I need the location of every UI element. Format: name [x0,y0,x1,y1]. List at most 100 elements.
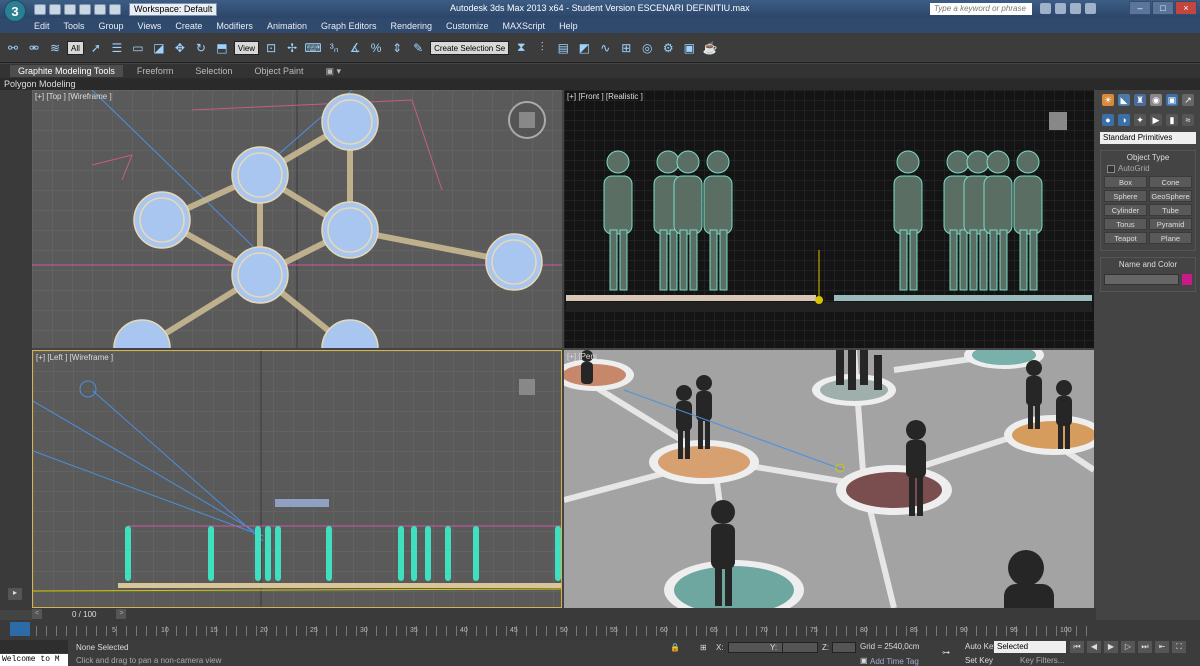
time-prev-icon[interactable]: < [32,609,42,619]
reference-coordinate-dropdown[interactable]: View [233,40,260,55]
scale-icon[interactable]: ⬒ [213,39,231,57]
next-frame-icon[interactable]: ▷ [1121,641,1135,653]
close-button[interactable]: × [1175,1,1197,15]
go-to-end-icon[interactable]: ⏭ [1138,641,1152,653]
mini-curve-editor-icon[interactable] [10,622,30,636]
binoculars-icon[interactable] [1040,3,1051,14]
move-icon[interactable]: ✥ [171,39,189,57]
sun-icon[interactable]: ☀ [1102,94,1114,106]
edit-named-selection-icon[interactable]: ✎ [409,39,427,57]
track-bar[interactable]: 5 10 15 20 25 30 35 40 45 50 55 60 65 70… [0,620,1200,640]
key-mode-dropdown[interactable]: Selected [994,641,1066,653]
app-logo-button[interactable]: 3 [4,0,26,22]
bind-space-warp-icon[interactable]: ≋ [46,39,64,57]
shapes-icon[interactable]: ◑ [1118,114,1130,126]
utilities-tab-icon[interactable]: ↗ [1182,94,1194,106]
menu-tools[interactable]: Tools [64,21,85,31]
sphere-button[interactable]: Sphere [1104,190,1147,202]
pivot-center-icon[interactable]: ⊡ [262,39,280,57]
play-icon[interactable]: ▶ [1104,641,1118,653]
maxscript-mini-listener-top[interactable] [0,640,68,653]
viewport-label-perspective[interactable]: [+] [Pers [567,352,597,361]
workspace-dropdown[interactable]: Workspace: Default [129,2,218,16]
keyboard-shortcut-icon[interactable]: ⌨ [304,39,322,57]
redo-icon[interactable] [94,3,106,15]
tab-selection[interactable]: Selection [187,65,240,77]
link-icon[interactable]: ⚯ [4,39,22,57]
helpers-icon[interactable]: ▮ [1166,114,1178,126]
menu-maxscript[interactable]: MAXScript [503,21,546,31]
ribbon-options-icon[interactable]: ▣ ▾ [317,65,349,78]
menu-help[interactable]: Help [559,21,578,31]
time-tag-icon[interactable]: ▣ [860,656,868,665]
tab-graphite-modeling-tools[interactable]: Graphite Modeling Tools [10,65,123,77]
viewport-front[interactable]: [+] [Front ] [Realistic ] [564,90,1094,348]
minimize-button[interactable]: – [1129,1,1151,15]
menu-create[interactable]: Create [175,21,202,31]
lock-selection-icon[interactable]: 🔒 [670,643,680,652]
rectangular-selection-icon[interactable]: ▭ [129,39,147,57]
object-name-input[interactable] [1104,274,1179,285]
tab-object-paint[interactable]: Object Paint [246,65,311,77]
maxscript-listener[interactable]: Welcome to M [0,654,68,666]
save-file-icon[interactable] [64,3,76,15]
selection-filter-dropdown[interactable]: All [67,40,84,55]
key-mode-toggle-icon[interactable]: ⇤ [1155,641,1169,653]
display-tab-icon[interactable]: ▣ [1166,94,1178,106]
tab-freeform[interactable]: Freeform [129,65,182,77]
motion-tab-icon[interactable]: ◉ [1150,94,1162,106]
menu-rendering[interactable]: Rendering [391,21,433,31]
cameras-icon[interactable]: ▶ [1150,114,1162,126]
tube-button[interactable]: Tube [1149,204,1192,216]
graphite-toggle-icon[interactable]: ◩ [575,39,593,57]
new-file-icon[interactable] [34,3,46,15]
menu-modifiers[interactable]: Modifiers [216,21,253,31]
viewport-left[interactable]: [+] [Left ] [Wireframe ] [32,350,562,608]
rendered-frame-icon[interactable]: ▣ [680,39,698,57]
window-crossing-icon[interactable]: ◪ [150,39,168,57]
key-filters-button[interactable]: Key Filters... [1020,656,1064,665]
snap-toggle-icon[interactable]: ³ₙ [325,39,343,57]
key-icon[interactable]: ⊶ [942,648,950,657]
schematic-view-icon[interactable]: ⊞ [617,39,635,57]
menu-views[interactable]: Views [138,21,162,31]
named-selection-dropdown[interactable]: Create Selection Se [430,40,510,55]
menu-animation[interactable]: Animation [267,21,307,31]
previous-frame-icon[interactable]: ◀ [1087,641,1101,653]
y-coordinate-field[interactable] [782,642,818,653]
rotate-icon[interactable]: ↻ [192,39,210,57]
unlink-icon[interactable]: ⚮ [25,39,43,57]
object-color-swatch[interactable] [1182,274,1192,285]
box-button[interactable]: Box [1104,176,1147,188]
geosphere-button[interactable]: GeoSphere [1149,190,1192,202]
select-by-name-icon[interactable]: ☰ [108,39,126,57]
primitive-category-dropdown[interactable]: Standard Primitives [1100,132,1196,144]
favorites-icon[interactable] [1070,3,1081,14]
name-color-title[interactable]: Name and Color [1101,258,1195,271]
maximize-button[interactable]: □ [1152,1,1174,15]
time-slider[interactable]: < 0 / 100 > [32,608,1096,620]
torus-button[interactable]: Torus [1104,218,1147,230]
transform-type-in-icon[interactable]: ⊞ [700,643,707,652]
menu-group[interactable]: Group [99,21,124,31]
teapot-button[interactable]: Teapot [1104,232,1147,244]
percent-snap-icon[interactable]: % [367,39,385,57]
modify-tab-icon[interactable]: ◣ [1118,94,1130,106]
communication-icon[interactable] [1055,3,1066,14]
cone-button[interactable]: Cone [1149,176,1192,188]
geometry-icon[interactable]: ● [1102,114,1114,126]
open-file-icon[interactable] [49,3,61,15]
viewport-label-left[interactable]: [+] [Left ] [Wireframe ] [36,353,113,362]
viewport-top[interactable]: [+] [Top ] [Wireframe ] [32,90,562,348]
expand-arrow-icon[interactable]: ▸ [8,588,22,600]
hold-icon[interactable] [109,3,121,15]
menu-customize[interactable]: Customize [446,21,489,31]
select-object-icon[interactable]: ➚ [87,39,105,57]
pyramid-button[interactable]: Pyramid [1149,218,1192,230]
undo-icon[interactable] [79,3,91,15]
auto-key-button[interactable]: Auto Key [965,642,997,651]
mirror-icon[interactable]: ⧗ [512,39,530,57]
z-coordinate-field[interactable] [832,642,856,653]
viewport-label-top[interactable]: [+] [Top ] [Wireframe ] [35,92,112,101]
search-input[interactable]: Type a keyword or phrase [930,3,1032,15]
